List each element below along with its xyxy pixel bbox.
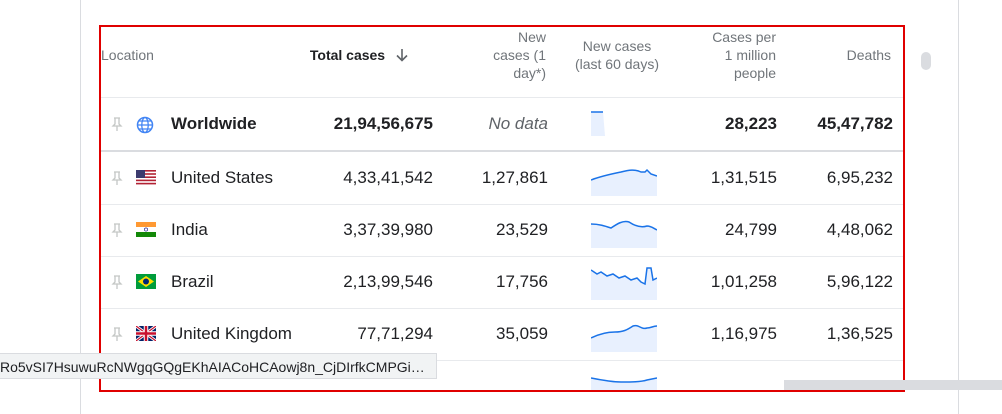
table-row[interactable]: Worldwide 21,94,56,675 No data 28,223 45… [101, 98, 903, 152]
cases-per-million-value: 1,01,258 [710, 272, 777, 291]
sparkline-chart [591, 324, 657, 352]
deaths-value: 4,48,062 [826, 220, 893, 239]
pin-icon[interactable] [109, 326, 125, 342]
sparkline-chart [591, 377, 657, 390]
header-new-cases-line3: day*) [513, 65, 546, 81]
pin-icon[interactable] [109, 116, 125, 132]
location-name[interactable]: Worldwide [171, 98, 257, 150]
total-cases-value: 3,37,39,980 [343, 220, 433, 239]
deaths-value: 45,47,782 [817, 114, 893, 133]
header-cases-per-million[interactable]: Cases per 1 million people [691, 28, 776, 82]
new-cases-value: 23,529 [496, 220, 548, 239]
cases-per-million-value: 24,799 [725, 220, 777, 239]
sort-arrow-down-icon [395, 48, 409, 66]
sparkline-chart [591, 267, 657, 300]
cases-per-million-value: 1,31,515 [710, 168, 777, 187]
total-cases-value: 4,33,41,542 [343, 168, 433, 187]
table-row[interactable]: United States 4,33,41,542 1,27,861 1,31,… [101, 152, 903, 205]
header-new-cases-60: New cases (last 60 days) [563, 37, 671, 73]
header-new-cases-line2: cases (1 [493, 47, 546, 63]
uk-flag-icon [135, 324, 157, 343]
table-header: Location Total cases New cases (1 day*) … [101, 27, 903, 98]
deaths-value: 1,36,525 [826, 324, 893, 343]
location-name[interactable]: Brazil [171, 256, 214, 308]
panel-right-border [958, 0, 959, 414]
header-cpm-line2: 1 million [724, 47, 776, 63]
sparkline-chart [591, 220, 657, 248]
globe-icon [136, 116, 156, 134]
new-cases-value: No data [488, 114, 548, 133]
link-url-status-bar: Ro5vSI7HsuwuRcNWgqGQgEKhAIACoHCAowj8n_Cj… [0, 353, 437, 379]
brazil-flag-icon [136, 274, 156, 290]
header-new-cases-60-line2: (last 60 days) [574, 56, 660, 72]
table-row[interactable]: Brazil 2,13,99,546 17,756 1,01,258 5,96,… [101, 256, 903, 309]
location-name[interactable]: United States [171, 152, 273, 204]
new-cases-value: 35,059 [496, 324, 548, 343]
pin-icon[interactable] [109, 222, 125, 238]
new-cases-value: 1,27,861 [481, 168, 548, 187]
sparkline-chart [591, 168, 657, 196]
header-new-cases[interactable]: New cases (1 day*) [446, 28, 546, 82]
header-cpm-line1: Cases per [712, 29, 776, 45]
panel-left-border [80, 0, 81, 414]
total-cases-value: 2,13,99,546 [343, 272, 433, 291]
header-total-cases-label: Total cases [309, 47, 386, 63]
header-cpm-line3: people [733, 65, 776, 81]
sparkline-chart [591, 111, 605, 136]
new-cases-value: 17,756 [496, 272, 548, 291]
header-new-cases-line1: New [517, 29, 546, 45]
location-name[interactable]: India [171, 204, 208, 256]
cases-per-million-value: 1,16,975 [710, 324, 777, 343]
table-row[interactable]: India 3,37,39,980 23,529 24,799 4,48,062 [101, 204, 903, 257]
deaths-value: 5,96,122 [826, 272, 893, 291]
vertical-scrollbar-thumb[interactable] [921, 52, 931, 70]
cases-table: Location Total cases New cases (1 day*) … [99, 25, 905, 392]
us-flag-icon [136, 170, 156, 186]
horizontal-scrollbar[interactable] [784, 380, 1002, 390]
header-new-cases-60-line1: New cases [582, 38, 652, 54]
pin-icon[interactable] [109, 274, 125, 290]
header-location[interactable]: Location [101, 46, 154, 64]
cases-per-million-value: 28,223 [725, 114, 777, 133]
total-cases-value: 21,94,56,675 [333, 114, 433, 133]
deaths-value: 6,95,232 [826, 168, 893, 187]
header-deaths[interactable]: Deaths [801, 46, 891, 64]
header-total-cases[interactable]: Total cases [301, 46, 409, 66]
india-flag-icon [136, 222, 156, 238]
pin-icon[interactable] [109, 170, 125, 186]
